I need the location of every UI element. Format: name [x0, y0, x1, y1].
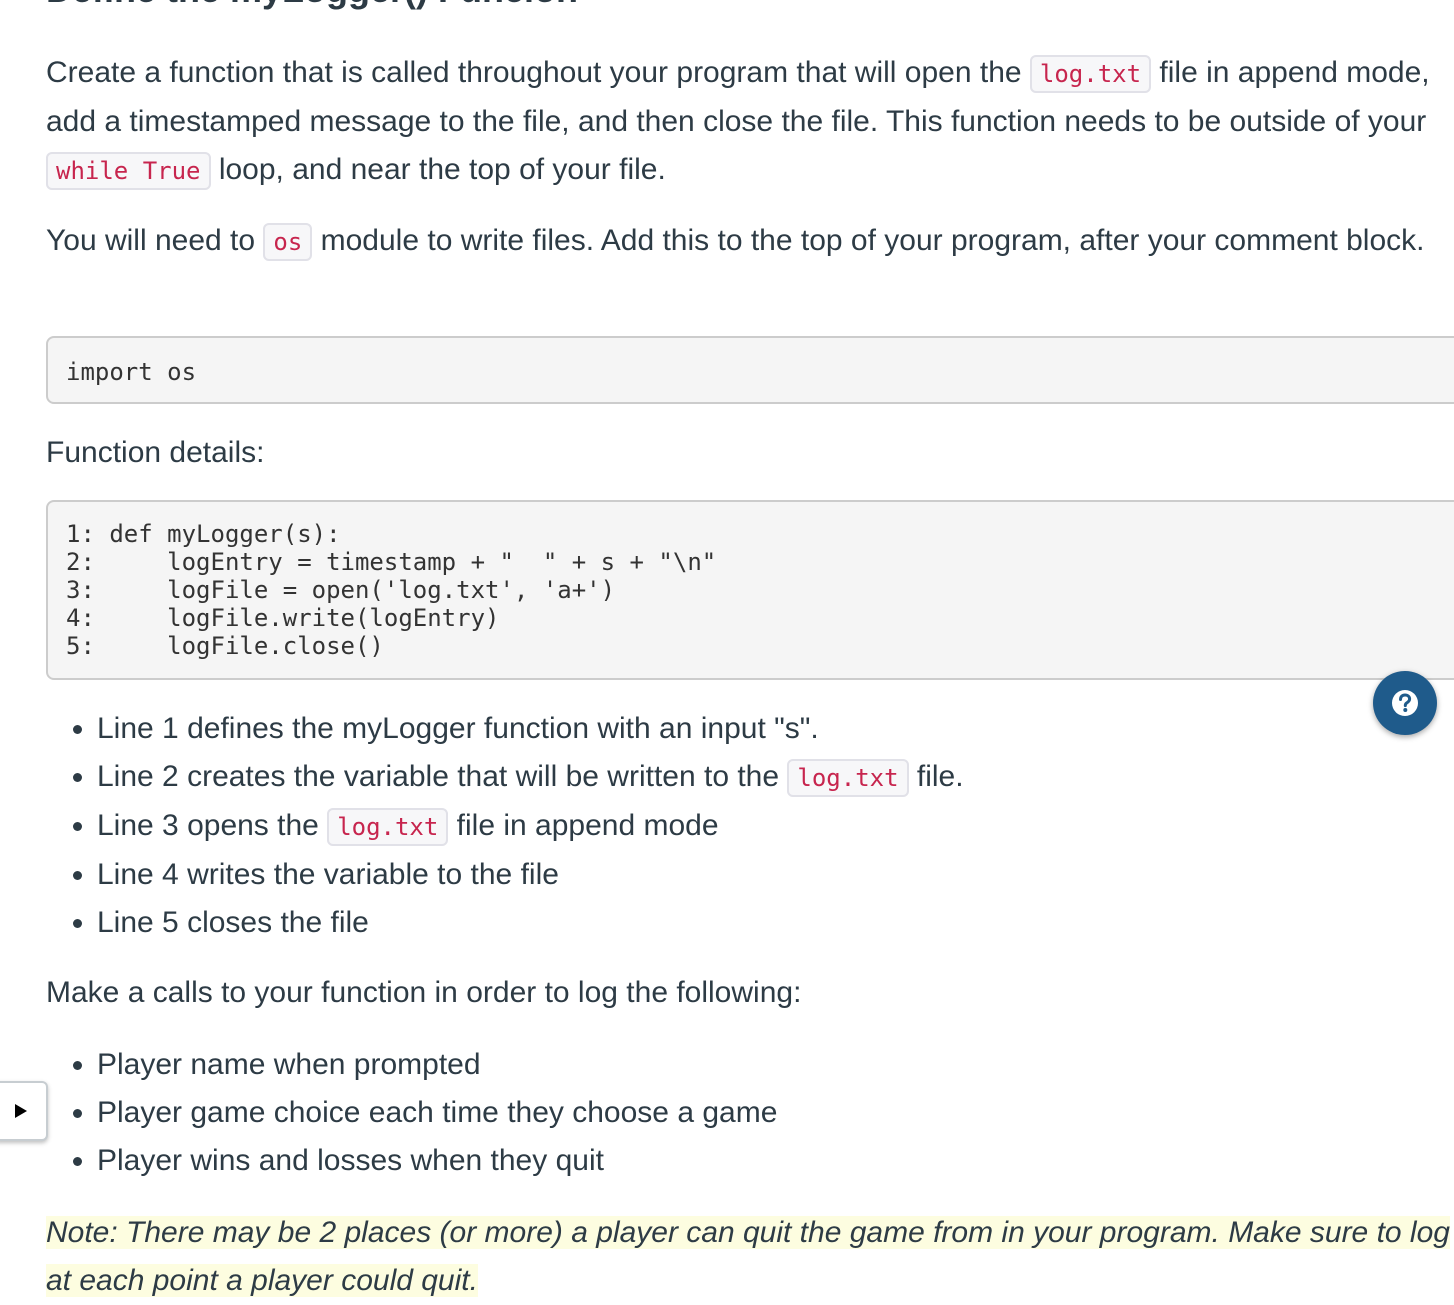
code-line-2: 2: logEntry = timestamp + " " + s + "\n" [66, 548, 717, 576]
intro-paragraph: Create a function that is called through… [46, 49, 1441, 195]
expand-panel-button[interactable] [0, 1081, 48, 1141]
import-code-line: import os [66, 358, 197, 386]
function-code-block: 1: def myLogger(s): 2: logEntry = timesta… [46, 500, 1454, 680]
code-line-3: 3: logFile = open('log.txt', 'a+') [66, 576, 616, 604]
inline-code-while-true: while True [46, 152, 211, 190]
function-details-label: Function details: [46, 436, 265, 469]
calls-label: Make a calls to your function in order t… [46, 976, 802, 1009]
help-button[interactable] [1373, 671, 1437, 735]
item2-text-2: file. [908, 760, 964, 793]
calls-list: Player name when prompted Player game ch… [46, 1041, 777, 1185]
inline-code-os: os [263, 223, 313, 261]
intro-text-3: loop, and near the top of your file. [210, 153, 666, 186]
item2-text-1: Line 2 creates the variable that will be… [97, 760, 788, 793]
list-item: Player name when prompted [97, 1041, 777, 1089]
import-code-block: import os [46, 336, 1454, 404]
section-heading: Define the myLogger() Funcion [46, 0, 578, 14]
note-text: Note: There may be 2 places (or more) a … [46, 1216, 1450, 1297]
module-text-1: You will need to [46, 224, 264, 257]
inline-code-log-txt: log.txt [327, 808, 449, 846]
list-item: Line 2 creates the variable that will be… [97, 753, 964, 802]
inline-code-log-txt: log.txt [1029, 55, 1152, 93]
list-item: Player game choice each time they choose… [97, 1089, 777, 1137]
inline-code-log-txt: log.txt [787, 759, 909, 797]
list-item: Line 4 writes the variable to the file [97, 851, 964, 899]
question-icon [1392, 690, 1418, 716]
item3-text-2: file in append mode [448, 809, 719, 842]
intro-text-1: Create a function that is called through… [46, 56, 1030, 89]
module-text-2: module to write files. Add this to the t… [312, 224, 1425, 257]
list-item: Line 1 defines the myLogger function wit… [97, 705, 964, 753]
list-item: Line 5 closes the file [97, 899, 964, 947]
code-line-5: 5: logFile.close() [66, 632, 384, 660]
code-line-4: 4: logFile.write(logEntry) [66, 604, 500, 632]
module-paragraph: You will need to os module to write file… [46, 217, 1446, 266]
list-item: Line 3 opens the log.txt file in append … [97, 802, 964, 851]
play-triangle-icon [15, 1104, 27, 1118]
code-line-1: 1: def myLogger(s): [66, 520, 341, 548]
item3-text-1: Line 3 opens the [97, 809, 328, 842]
note-paragraph: Note: There may be 2 places (or more) a … [46, 1209, 1454, 1305]
list-item: Player wins and losses when they quit [97, 1137, 777, 1185]
line-details-list: Line 1 defines the myLogger function wit… [46, 705, 964, 947]
